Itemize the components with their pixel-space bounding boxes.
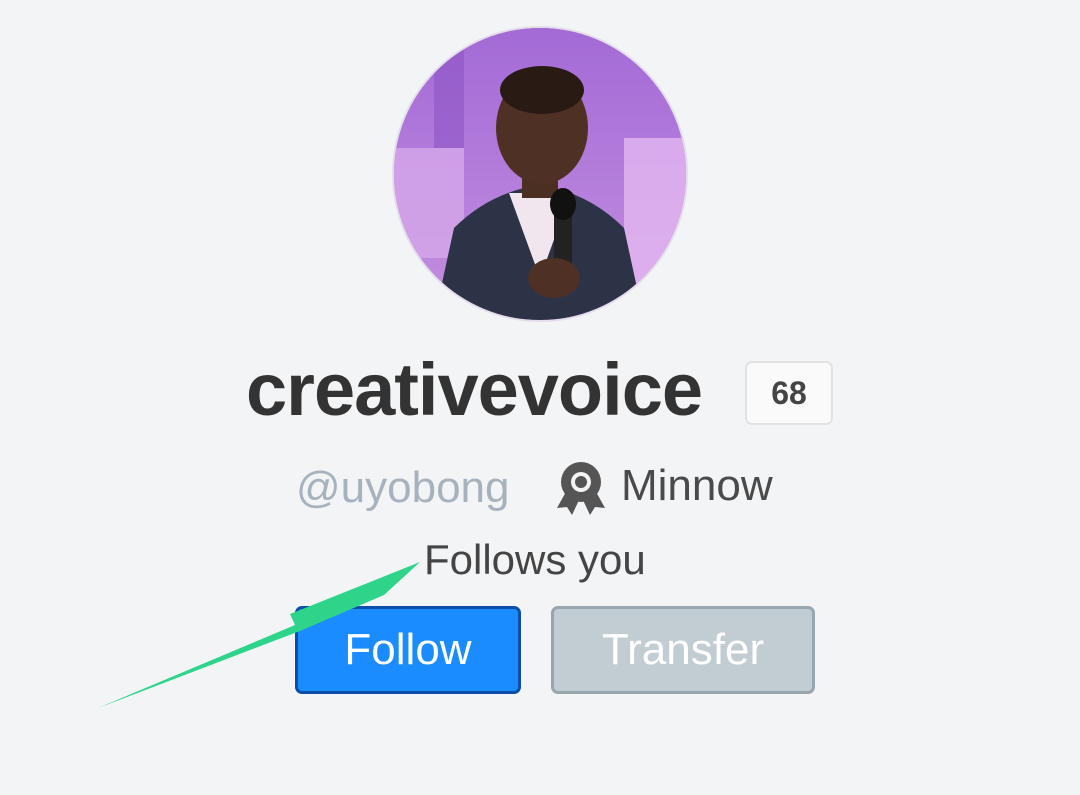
profile-display-name: creativevoice — [246, 348, 703, 431]
avatar-photo — [394, 28, 686, 320]
award-ribbon-icon — [555, 460, 607, 516]
follow-button[interactable]: Follow — [295, 606, 521, 694]
reputation-badge: 68 — [745, 361, 833, 425]
transfer-button[interactable]: Transfer — [551, 606, 815, 694]
follows-you-label: Follows you — [424, 536, 646, 583]
profile-avatar[interactable] — [392, 26, 688, 322]
rank-label: Minnow — [621, 461, 773, 510]
profile-handle[interactable]: @uyobong — [296, 462, 510, 514]
